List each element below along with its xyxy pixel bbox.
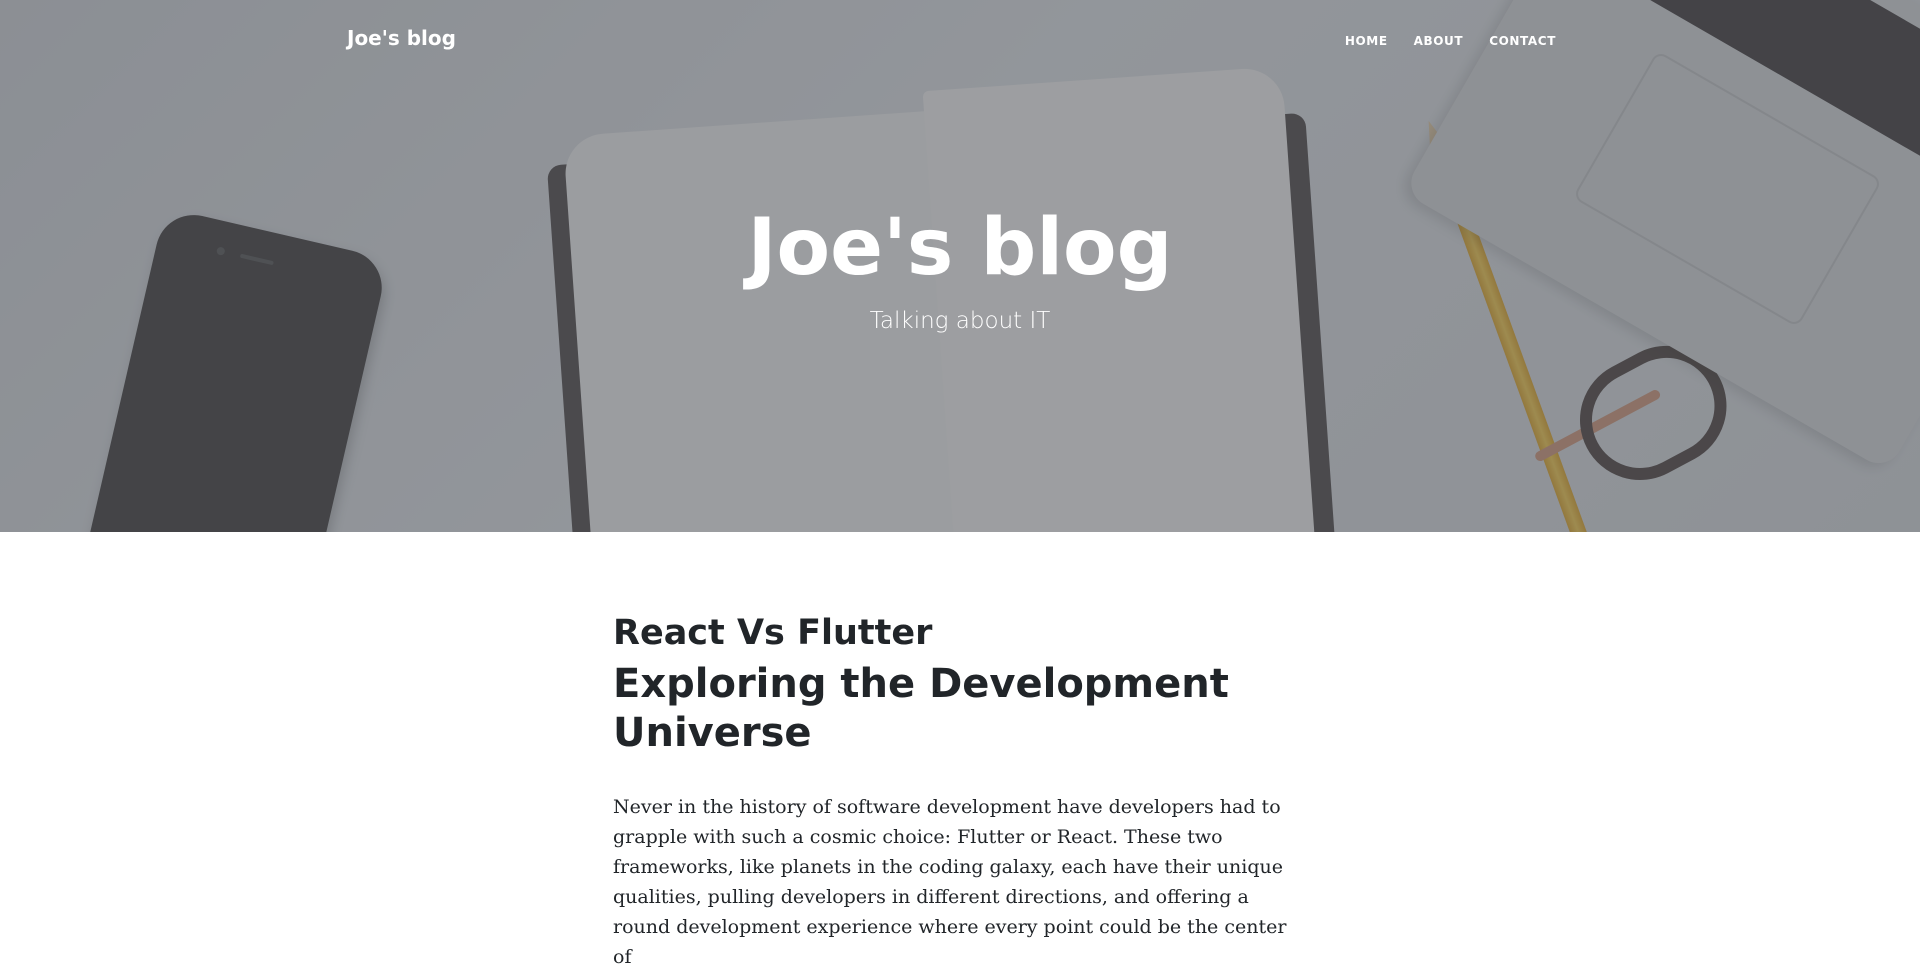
nav-links: HOME ABOUT CONTACT <box>1345 32 1556 50</box>
nav-item-home: HOME <box>1345 32 1388 50</box>
brand-link[interactable]: Joe's blog <box>347 26 456 50</box>
site-heading: Joe's blog Talking about IT <box>0 200 1920 334</box>
nav-item-contact: CONTACT <box>1489 32 1556 50</box>
masthead: Joe's blog HOME ABOUT CONTACT Joe's blog… <box>0 0 1920 532</box>
post-subtitle: Exploring the Development Universe <box>613 661 1229 756</box>
site-subtitle: Talking about IT <box>869 308 1051 334</box>
nav-link-contact[interactable]: CONTACT <box>1489 34 1556 48</box>
post-body: Never in the history of software develop… <box>613 796 1287 968</box>
site-title: Joe's blog <box>747 203 1173 293</box>
nav-item-about: ABOUT <box>1414 32 1464 50</box>
nav-link-home[interactable]: HOME <box>1345 34 1388 48</box>
nav-link-about[interactable]: ABOUT <box>1414 34 1464 48</box>
post-title: React Vs Flutter <box>613 613 933 653</box>
post-article: React Vs Flutter Exploring the Developme… <box>613 608 1293 972</box>
navbar: Joe's blog HOME ABOUT CONTACT <box>0 0 1920 84</box>
